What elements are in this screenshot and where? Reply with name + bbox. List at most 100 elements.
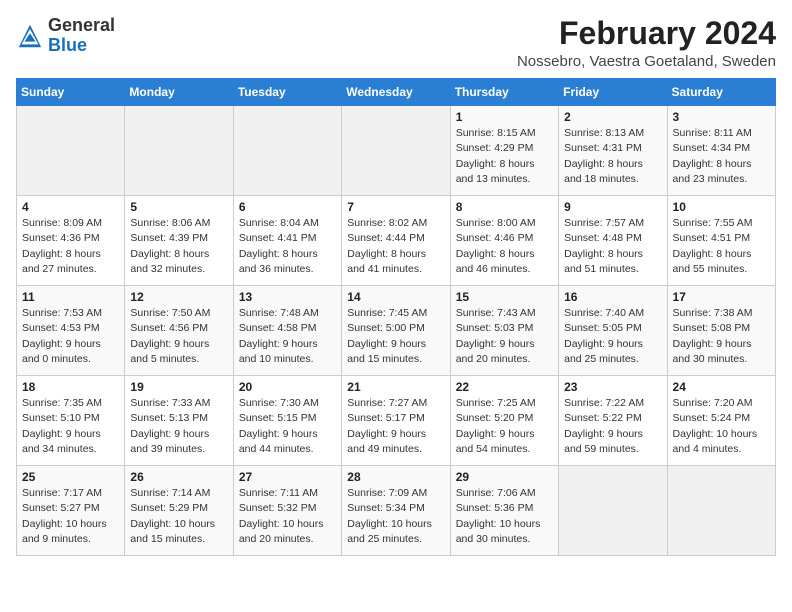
calendar-cell [233, 106, 341, 196]
day-number: 12 [130, 290, 227, 304]
month-year-title: February 2024 [517, 16, 776, 51]
weekday-header-monday: Monday [125, 79, 233, 106]
day-info: Sunrise: 7:45 AMSunset: 5:00 PMDaylight:… [347, 306, 444, 367]
calendar-cell: 17 Sunrise: 7:38 AMSunset: 5:08 PMDayligh… [667, 286, 775, 376]
weekday-header-wednesday: Wednesday [342, 79, 450, 106]
calendar-cell: 6 Sunrise: 8:04 AMSunset: 4:41 PMDaylight… [233, 196, 341, 286]
day-number: 10 [673, 200, 770, 214]
day-info: Sunrise: 8:04 AMSunset: 4:41 PMDaylight:… [239, 216, 336, 277]
day-number: 24 [673, 380, 770, 394]
calendar-cell [125, 106, 233, 196]
day-number: 23 [564, 380, 661, 394]
calendar-cell: 19 Sunrise: 7:33 AMSunset: 5:13 PMDayligh… [125, 376, 233, 466]
day-number: 16 [564, 290, 661, 304]
calendar-week-row: 11 Sunrise: 7:53 AMSunset: 4:53 PMDayligh… [17, 286, 776, 376]
logo-general-text: General [48, 16, 115, 36]
calendar-cell: 1Sunrise: 8:15 AMSunset: 4:29 PMDaylight… [450, 106, 558, 196]
calendar-cell: 22 Sunrise: 7:25 AMSunset: 5:20 PMDayligh… [450, 376, 558, 466]
day-number: 29 [456, 470, 553, 484]
calendar-table: SundayMondayTuesdayWednesdayThursdayFrid… [16, 78, 776, 556]
calendar-cell [559, 466, 667, 556]
day-info: Sunrise: 7:53 AMSunset: 4:53 PMDaylight:… [22, 306, 119, 367]
logo-icon [16, 22, 44, 50]
day-info: Sunrise: 7:50 AMSunset: 4:56 PMDaylight:… [130, 306, 227, 367]
calendar-cell: 10Sunrise: 7:55 AMSunset: 4:51 PMDayligh… [667, 196, 775, 286]
day-info: Sunrise: 7:06 AMSunset: 5:36 PMDaylight:… [456, 486, 553, 547]
day-number: 4 [22, 200, 119, 214]
day-number: 9 [564, 200, 661, 214]
day-number: 21 [347, 380, 444, 394]
day-info: Sunrise: 7:33 AMSunset: 5:13 PMDaylight:… [130, 396, 227, 457]
day-number: 17 [673, 290, 770, 304]
calendar-cell: 20 Sunrise: 7:30 AMSunset: 5:15 PMDayligh… [233, 376, 341, 466]
day-info: Sunrise: 8:00 AMSunset: 4:46 PMDaylight:… [456, 216, 553, 277]
day-number: 27 [239, 470, 336, 484]
day-info: Sunrise: 7:30 AMSunset: 5:15 PMDaylight:… [239, 396, 336, 457]
day-number: 5 [130, 200, 227, 214]
day-info: Sunrise: 7:38 AMSunset: 5:08 PMDaylight:… [673, 306, 770, 367]
day-number: 11 [22, 290, 119, 304]
page-header: General Blue February 2024 Nossebro, Vae… [16, 16, 776, 70]
day-number: 8 [456, 200, 553, 214]
day-info: Sunrise: 7:14 AMSunset: 5:29 PMDaylight:… [130, 486, 227, 547]
calendar-cell: 27Sunrise: 7:11 AMSunset: 5:32 PMDayligh… [233, 466, 341, 556]
day-info: Sunrise: 8:06 AMSunset: 4:39 PMDaylight:… [130, 216, 227, 277]
day-info: Sunrise: 7:48 AMSunset: 4:58 PMDaylight:… [239, 306, 336, 367]
location-subtitle: Nossebro, Vaestra Goetaland, Sweden [517, 53, 776, 70]
calendar-week-row: 4 Sunrise: 8:09 AMSunset: 4:36 PMDaylight… [17, 196, 776, 286]
day-info: Sunrise: 7:22 AMSunset: 5:22 PMDaylight:… [564, 396, 661, 457]
calendar-cell: 25 Sunrise: 7:17 AMSunset: 5:27 PMDayligh… [17, 466, 125, 556]
day-number: 15 [456, 290, 553, 304]
day-info: Sunrise: 7:25 AMSunset: 5:20 PMDaylight:… [456, 396, 553, 457]
calendar-cell: 7Sunrise: 8:02 AMSunset: 4:44 PMDaylight… [342, 196, 450, 286]
calendar-cell: 23 Sunrise: 7:22 AMSunset: 5:22 PMDayligh… [559, 376, 667, 466]
calendar-cell: 8 Sunrise: 8:00 AMSunset: 4:46 PMDaylight… [450, 196, 558, 286]
day-info: Sunrise: 8:15 AMSunset: 4:29 PMDaylight:… [456, 126, 553, 187]
weekday-header-sunday: Sunday [17, 79, 125, 106]
calendar-cell: 24 Sunrise: 7:20 AMSunset: 5:24 PMDayligh… [667, 376, 775, 466]
calendar-cell: 16 Sunrise: 7:40 AMSunset: 5:05 PMDayligh… [559, 286, 667, 376]
calendar-cell [17, 106, 125, 196]
calendar-week-row: 18 Sunrise: 7:35 AMSunset: 5:10 PMDayligh… [17, 376, 776, 466]
weekday-header-thursday: Thursday [450, 79, 558, 106]
calendar-cell: 3Sunrise: 8:11 AMSunset: 4:34 PMDaylight… [667, 106, 775, 196]
day-number: 22 [456, 380, 553, 394]
calendar-cell: 4 Sunrise: 8:09 AMSunset: 4:36 PMDaylight… [17, 196, 125, 286]
calendar-cell: 21 Sunrise: 7:27 AMSunset: 5:17 PMDayligh… [342, 376, 450, 466]
calendar-cell [342, 106, 450, 196]
weekday-header-tuesday: Tuesday [233, 79, 341, 106]
day-info: Sunrise: 7:20 AMSunset: 5:24 PMDaylight:… [673, 396, 770, 457]
calendar-cell: 12 Sunrise: 7:50 AMSunset: 4:56 PMDayligh… [125, 286, 233, 376]
day-info: Sunrise: 7:40 AMSunset: 5:05 PMDaylight:… [564, 306, 661, 367]
calendar-cell: 5 Sunrise: 8:06 AMSunset: 4:39 PMDaylight… [125, 196, 233, 286]
day-number: 20 [239, 380, 336, 394]
calendar-cell: 28Sunrise: 7:09 AMSunset: 5:34 PMDayligh… [342, 466, 450, 556]
weekday-header-friday: Friday [559, 79, 667, 106]
calendar-cell: 9 Sunrise: 7:57 AMSunset: 4:48 PMDaylight… [559, 196, 667, 286]
day-info: Sunrise: 7:43 AMSunset: 5:03 PMDaylight:… [456, 306, 553, 367]
day-number: 3 [673, 110, 770, 124]
day-number: 13 [239, 290, 336, 304]
calendar-cell: 29 Sunrise: 7:06 AMSunset: 5:36 PMDayligh… [450, 466, 558, 556]
day-number: 18 [22, 380, 119, 394]
day-info: Sunrise: 8:09 AMSunset: 4:36 PMDaylight:… [22, 216, 119, 277]
day-info: Sunrise: 7:09 AMSunset: 5:34 PMDaylight:… [347, 486, 444, 547]
day-number: 14 [347, 290, 444, 304]
day-info: Sunrise: 7:17 AMSunset: 5:27 PMDaylight:… [22, 486, 119, 547]
calendar-cell: 13 Sunrise: 7:48 AMSunset: 4:58 PMDayligh… [233, 286, 341, 376]
day-info: Sunrise: 8:13 AMSunset: 4:31 PMDaylight:… [564, 126, 661, 187]
day-number: 19 [130, 380, 227, 394]
calendar-cell: 14 Sunrise: 7:45 AMSunset: 5:00 PMDayligh… [342, 286, 450, 376]
day-info: Sunrise: 7:57 AMSunset: 4:48 PMDaylight:… [564, 216, 661, 277]
day-info: Sunrise: 7:27 AMSunset: 5:17 PMDaylight:… [347, 396, 444, 457]
weekday-header-saturday: Saturday [667, 79, 775, 106]
day-info: Sunrise: 7:35 AMSunset: 5:10 PMDaylight:… [22, 396, 119, 457]
day-number: 25 [22, 470, 119, 484]
day-number: 6 [239, 200, 336, 214]
title-block: February 2024 Nossebro, Vaestra Goetalan… [517, 16, 776, 70]
day-number: 2 [564, 110, 661, 124]
day-number: 26 [130, 470, 227, 484]
calendar-week-row: 1Sunrise: 8:15 AMSunset: 4:29 PMDaylight… [17, 106, 776, 196]
calendar-cell: 11 Sunrise: 7:53 AMSunset: 4:53 PMDayligh… [17, 286, 125, 376]
calendar-cell: 2 Sunrise: 8:13 AMSunset: 4:31 PMDaylight… [559, 106, 667, 196]
